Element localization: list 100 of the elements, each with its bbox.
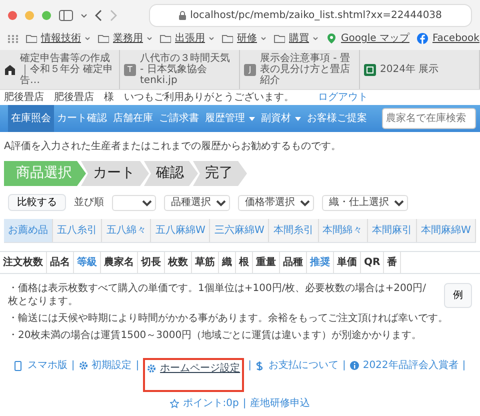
separator-text: |: [248, 359, 252, 373]
folder-icon: [160, 33, 171, 44]
chevron-down-icon: [147, 37, 152, 40]
category-tab[interactable]: 三六麻綿W: [210, 219, 270, 242]
column-header: 枚数: [165, 252, 192, 273]
separator-text: |: [462, 359, 466, 373]
folder-icon: [98, 33, 109, 44]
browser-tab[interactable]: T 八代市の３時間天気 - 日本気象協会 tenki.jp: [120, 50, 240, 89]
intro-text: A評価を入力された生産者またはこれまでの履歴からお勧めするものです。: [4, 140, 342, 153]
note-text: ・価格は表示枚数すべて購入の単価です。1個単位は+100円/枚、必要枚数の場合は+200円/枚となります。: [8, 282, 428, 308]
footer-link[interactable]: ポイント:0p: [170, 396, 239, 411]
greeting-text: 肥後畳店 肥後畳店 様 いつもご利用ありがとうございます。: [4, 91, 294, 104]
footer-link[interactable]: ホームページ設定: [147, 361, 240, 376]
column-header[interactable]: 等級: [74, 252, 101, 273]
info-icon[interactable]: [350, 360, 359, 370]
step-indicator: カート: [81, 161, 149, 186]
window-maximize-icon[interactable]: [42, 11, 51, 20]
chevron-down-icon: [209, 37, 214, 40]
logout-link[interactable]: ログアウト: [318, 90, 368, 105]
step-indicator: 商品選択: [4, 161, 86, 186]
caret-icon: [249, 116, 255, 120]
bookmark[interactable]: 業務用: [98, 31, 152, 46]
category-tab[interactable]: 五八麻綿W: [151, 219, 210, 242]
footer-link[interactable]: 初期設定: [78, 358, 132, 373]
site-favicon: J: [244, 64, 256, 76]
chevron-down-icon: [261, 37, 266, 40]
nav-item[interactable]: お客様ご提案: [304, 105, 370, 132]
note-text: ・輸送には天候や時期により時間がかかる事があります。余裕をもってご注文頂ければ幸いです。: [8, 312, 448, 325]
filter-select[interactable]: 織・仕上選択: [322, 194, 408, 210]
column-header: 根: [236, 252, 253, 273]
bookmark[interactable]: 研修: [222, 31, 266, 46]
column-header: 農家名: [101, 252, 138, 273]
footer-link[interactable]: スマホ版: [14, 358, 68, 373]
bookmark[interactable]: Facebook: [417, 31, 480, 46]
category-tab[interactable]: お薦め品: [4, 219, 54, 242]
map-pin-icon: [326, 33, 337, 44]
column-header: 注文枚数: [0, 252, 47, 273]
note-text: ・20枚未満の場合は運賃1500～3000円（地域ごとに運賃は違います）が別途かかります。: [8, 329, 422, 342]
lock-icon: [179, 11, 186, 20]
separator-text: |: [71, 359, 75, 373]
separator-text: |: [342, 359, 346, 373]
address-text: localhost/pc/memb/zaiko_list.shtml?xx=22444038: [190, 9, 442, 23]
column-header[interactable]: 推奨: [307, 252, 334, 273]
column-header: 重量: [253, 252, 280, 273]
bookmark[interactable]: 情報技術: [26, 31, 90, 46]
facebook-icon: [417, 33, 428, 44]
separator-text: |: [136, 359, 140, 373]
nav-item[interactable]: カート確認: [54, 105, 110, 132]
filter-select[interactable]: 価格帯選択: [238, 194, 314, 210]
category-tab[interactable]: 本間糸引: [269, 219, 319, 242]
browser-tab[interactable]: J 展示会注意事項 - 畳表の見分け方と畳店紹介: [240, 50, 360, 89]
browser-tab[interactable]: 確定申告書等の作成｜令和５年分 確定申告…: [0, 50, 120, 89]
bookmark[interactable]: 購買: [274, 31, 318, 46]
category-tab[interactable]: 本間麻綿W: [416, 219, 476, 242]
column-header: 単価: [334, 252, 361, 273]
category-tab[interactable]: 五八糸引: [53, 219, 102, 242]
window-close-icon[interactable]: [8, 11, 17, 20]
step-indicator: 完了: [193, 161, 247, 186]
nav-item[interactable]: 店舗在庫: [110, 105, 156, 132]
nav-item[interactable]: ご請求書: [156, 105, 202, 132]
step-indicator: 確認: [144, 161, 198, 186]
grid-icon[interactable]: [8, 34, 18, 42]
footer-link[interactable]: 産地研修申込: [250, 396, 310, 411]
column-header: 品種: [280, 252, 307, 273]
chevron-down-icon[interactable]: [81, 14, 87, 18]
compare-button[interactable]: 比較する: [8, 194, 66, 211]
spreadsheet-icon: [364, 64, 376, 76]
nav-item[interactable]: 副資材: [258, 105, 304, 132]
chevron-down-icon: [313, 37, 318, 40]
phone-icon[interactable]: [14, 360, 24, 370]
folder-icon: [26, 33, 37, 44]
browser-tab[interactable]: 2024年 展示: [360, 50, 480, 89]
example-button[interactable]: 例: [444, 282, 472, 308]
dollar-icon[interactable]: [255, 360, 264, 370]
sort-label: 並び順: [74, 196, 104, 209]
chevron-down-icon: [85, 37, 90, 40]
folder-icon: [274, 33, 285, 44]
settings-icon[interactable]: [78, 360, 88, 370]
address-bar[interactable]: localhost/pc/memb/zaiko_list.shtml?xx=22444038: [149, 4, 472, 27]
column-header: 番: [384, 252, 402, 273]
caret-icon: [295, 116, 301, 120]
column-header: 品名: [47, 252, 74, 273]
site-favicon: T: [124, 64, 136, 76]
bookmark[interactable]: 出張用: [160, 31, 214, 46]
filter-select[interactable]: 品種選択: [164, 194, 230, 210]
category-tab[interactable]: 本間綿々: [318, 219, 368, 242]
sort-select[interactable]: [112, 194, 156, 210]
footer-link[interactable]: 2022年品評会入賞者: [350, 358, 458, 373]
column-header: QR: [361, 252, 384, 273]
settings-icon[interactable]: [147, 364, 156, 374]
category-tab[interactable]: 五八綿々: [102, 219, 152, 242]
nav-item[interactable]: 在庫照会: [8, 105, 54, 132]
back-icon[interactable]: [95, 10, 102, 21]
footer-link[interactable]: お支払について: [255, 358, 338, 373]
search-field[interactable]: 農家名で在庫検索: [382, 108, 476, 129]
sidebar-icon[interactable]: [59, 10, 73, 21]
star-icon[interactable]: [170, 398, 179, 408]
bookmark[interactable]: Google マップ: [326, 31, 410, 46]
category-tab[interactable]: 本間麻引: [368, 219, 417, 242]
nav-item[interactable]: 履歴管理: [202, 105, 258, 132]
